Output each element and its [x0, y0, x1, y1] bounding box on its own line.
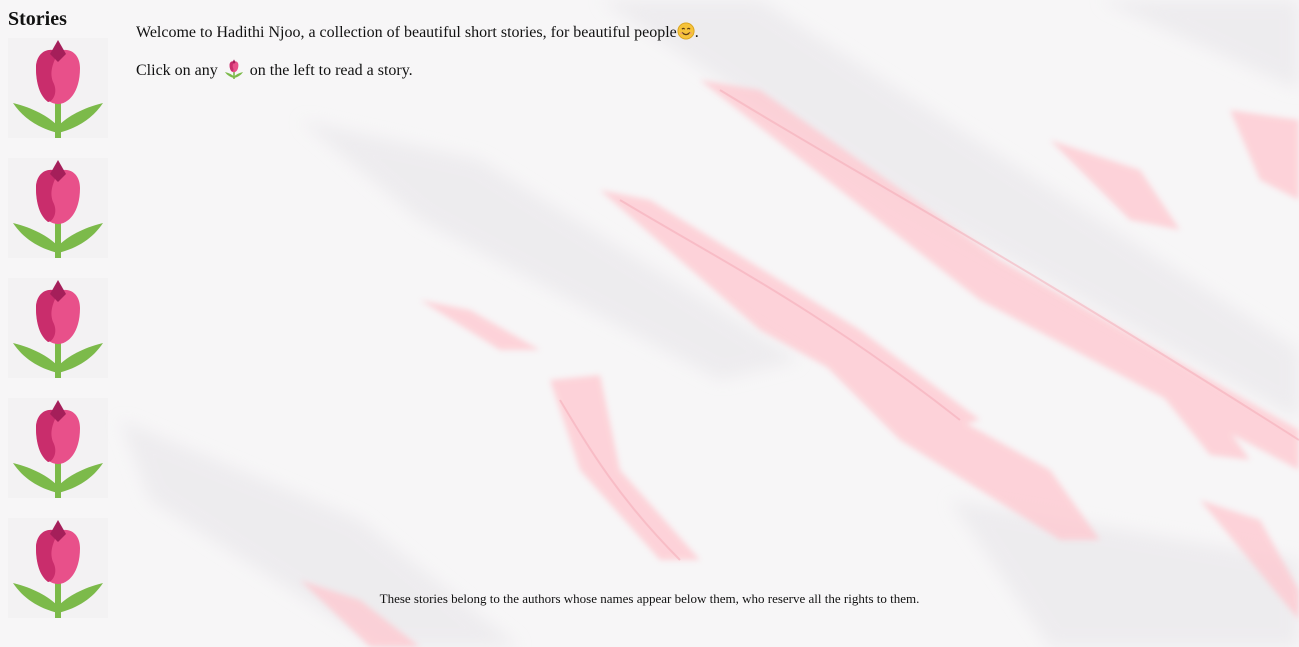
smiley-face-icon: [677, 22, 695, 40]
tulip-icon: [8, 38, 108, 138]
marble-background: [0, 0, 1299, 647]
instruction-before: Click on any: [136, 62, 218, 79]
tulip-icon: [8, 278, 108, 378]
story-link-2[interactable]: [8, 158, 108, 258]
story-link-4[interactable]: [8, 398, 108, 498]
sidebar-title: Stories: [8, 8, 67, 30]
instruction-after: on the left to read a story.: [249, 62, 413, 79]
footer-text: These stories belong to the authors whos…: [379, 591, 920, 606]
main-content: Welcome to Hadithi Njoo, a collection of…: [136, 22, 699, 97]
footer: These stories belong to the authors whos…: [0, 591, 1299, 607]
story-list: [8, 38, 108, 618]
welcome-period: .: [694, 24, 699, 41]
instruction-paragraph: Click on any on the left to read a story…: [136, 59, 699, 80]
tulip-icon: [8, 398, 108, 498]
tulip-icon: [224, 59, 243, 79]
story-link-3[interactable]: [8, 278, 108, 378]
welcome-text: Welcome to Hadithi Njoo, a collection of…: [136, 24, 677, 41]
stories-sidebar: Stories: [8, 0, 108, 638]
welcome-paragraph: Welcome to Hadithi Njoo, a collection of…: [136, 22, 699, 42]
tulip-icon: [8, 158, 108, 258]
story-link-1[interactable]: [8, 38, 108, 138]
